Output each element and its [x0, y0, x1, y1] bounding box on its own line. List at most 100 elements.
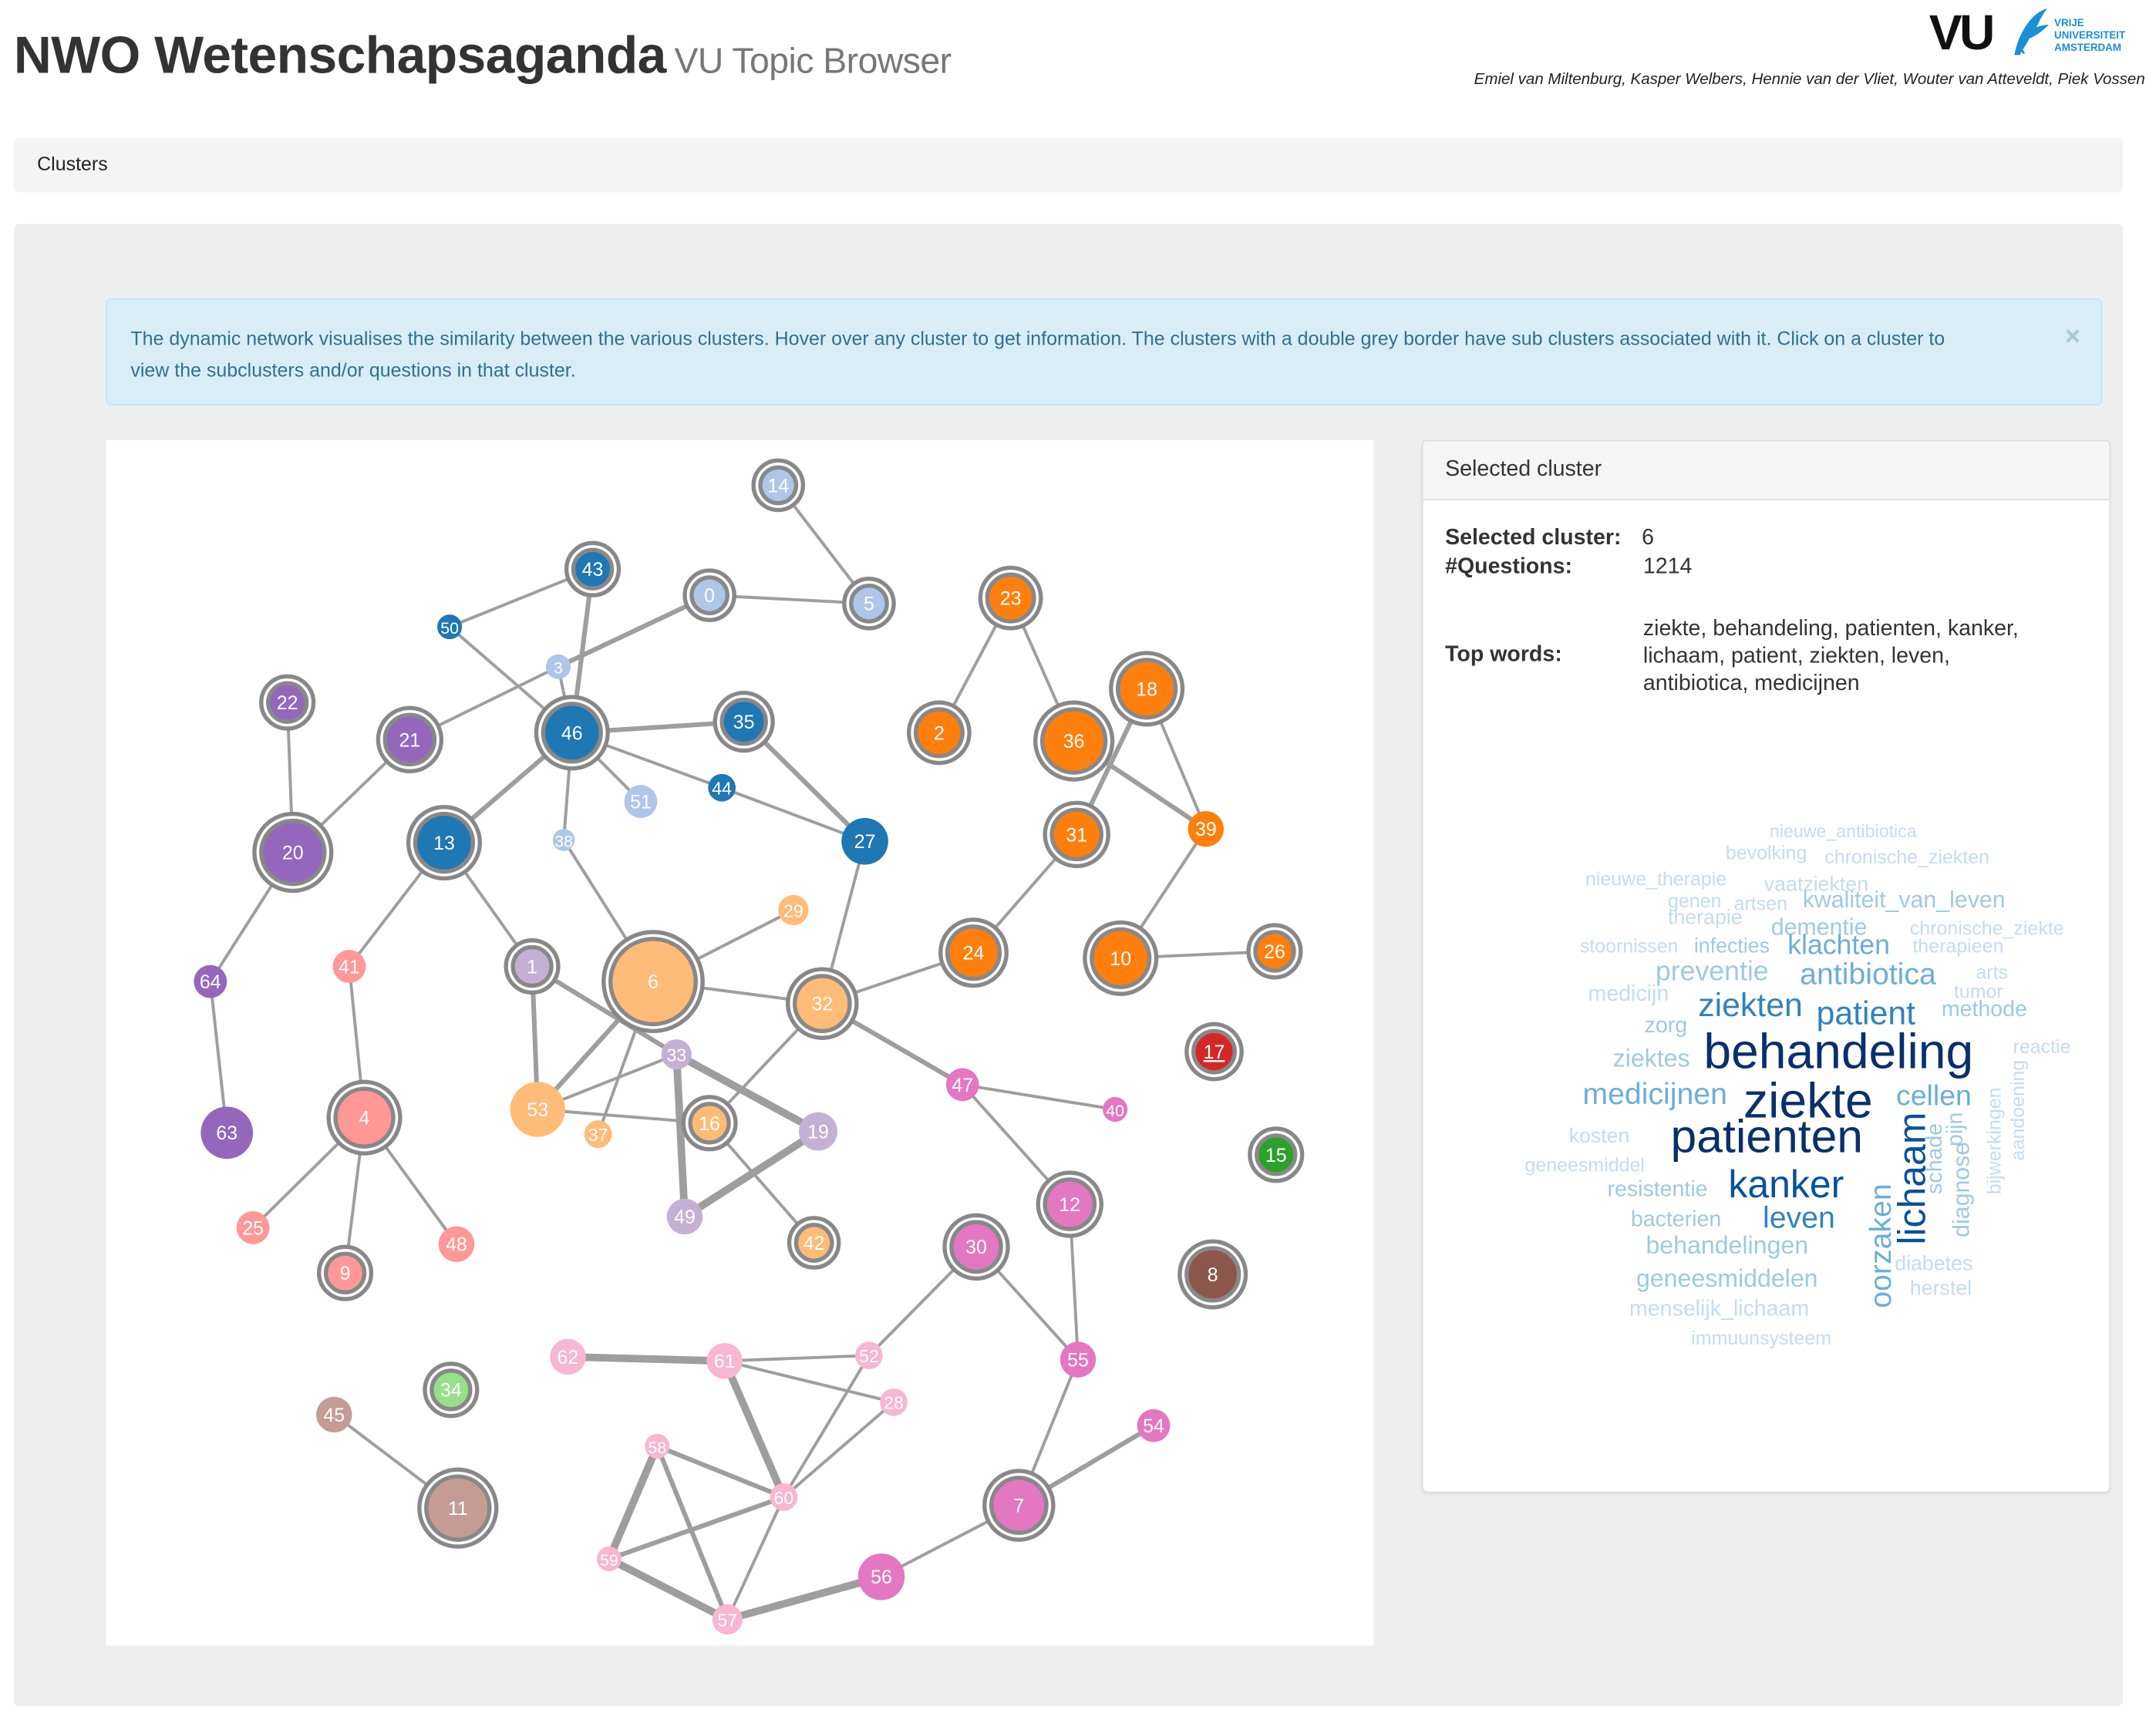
cluster-node-28[interactable]: 28	[880, 1388, 908, 1416]
network-svg[interactable]: 14430 55032221 4635514438132027232 361831 39…	[106, 440, 1373, 1646]
cluster-node-1[interactable]: 1	[504, 938, 561, 995]
cluster-node-50[interactable]: 50	[437, 614, 463, 640]
word-nieuwe-therapie: nieuwe_therapie	[1585, 867, 1727, 890]
cluster-node-38[interactable]: 38	[552, 829, 575, 851]
cluster-node-30[interactable]: 30	[942, 1213, 1010, 1281]
cluster-node-33[interactable]: 33	[661, 1039, 692, 1070]
cluster-node-62[interactable]: 62	[550, 1338, 586, 1375]
cluster-node-10[interactable]: 10	[1083, 920, 1159, 996]
cluster-node-48[interactable]: 48	[438, 1226, 475, 1262]
cluster-node-8[interactable]: 8	[1177, 1239, 1248, 1310]
cluster-label: 27	[854, 831, 876, 853]
cluster-node-51[interactable]: 51	[624, 785, 658, 818]
cluster-label: 42	[803, 1233, 825, 1254]
cluster-node-13[interactable]: 13	[406, 805, 482, 881]
cluster-node-23[interactable]: 23	[978, 565, 1043, 631]
cluster-label: 13	[433, 833, 455, 854]
cluster-node-52[interactable]: 52	[855, 1341, 883, 1370]
cluster-node-57[interactable]: 57	[712, 1604, 743, 1635]
cluster-label: 4	[359, 1108, 370, 1129]
logo-mark: VU	[1929, 4, 1996, 61]
cluster-node-21[interactable]: 21	[376, 705, 444, 774]
word-resistentie: resistentie	[1607, 1178, 1708, 1202]
cluster-node-19[interactable]: 19	[799, 1112, 837, 1151]
edge-59-57	[607, 1555, 729, 1623]
word-preventie: preventie	[1655, 957, 1769, 988]
word-antibiotica: antibiotica	[1800, 957, 1936, 991]
cluster-node-11[interactable]: 11	[417, 1467, 499, 1549]
cluster-node-37[interactable]: 37	[584, 1120, 612, 1148]
cluster-node-61[interactable]: 61	[706, 1343, 743, 1379]
cluster-node-35[interactable]: 35	[712, 691, 775, 753]
cluster-node-45[interactable]: 45	[316, 1396, 352, 1433]
cluster-node-6[interactable]: 6	[601, 930, 705, 1034]
cluster-label: 6	[648, 971, 659, 993]
griffin-icon	[2014, 8, 2049, 56]
cluster-node-9[interactable]: 9	[317, 1244, 374, 1301]
cluster-label: 64	[200, 971, 221, 993]
cluster-node-60[interactable]: 60	[770, 1483, 798, 1511]
cluster-node-56[interactable]: 56	[857, 1553, 905, 1601]
cluster-node-63[interactable]: 63	[200, 1106, 254, 1160]
cluster-node-53[interactable]: 53	[510, 1082, 565, 1137]
cluster-node-32[interactable]: 32	[786, 967, 859, 1040]
cluster-label: 18	[1136, 678, 1157, 700]
cluster-label: 37	[588, 1125, 608, 1145]
word-therapie: therapie	[1667, 906, 1743, 930]
cluster-node-12[interactable]: 12	[1036, 1170, 1103, 1238]
cluster-node-31[interactable]: 31	[1043, 800, 1110, 869]
cluster-node-7[interactable]: 7	[982, 1469, 1056, 1542]
cluster-network[interactable]: 14 43 0 5 50 3 22 21 46 35 51 44 38 13 20 27 23 2 36 18 31 39…	[106, 439, 1374, 1646]
cluster-node-4[interactable]: 4	[326, 1079, 403, 1156]
cluster-node-42[interactable]: 42	[787, 1216, 841, 1270]
cluster-node-43[interactable]: 43	[564, 540, 622, 597]
cluster-node-15[interactable]: 15	[1248, 1126, 1305, 1183]
word-medicijnen: medicijnen	[1582, 1076, 1727, 1111]
cluster-node-41[interactable]: 41	[332, 950, 366, 983]
cluster-node-5[interactable]: 5	[842, 577, 896, 631]
cluster-node-26[interactable]: 26	[1246, 923, 1303, 980]
cluster-node-64[interactable]: 64	[194, 964, 227, 998]
nodes: 14430 55032221 4635514438132027232 361831 39…	[194, 458, 1305, 1635]
cluster-node-59[interactable]: 59	[596, 1547, 622, 1572]
cluster-label: 62	[558, 1347, 579, 1368]
info-alert-text: The dynamic network visualises the simil…	[130, 327, 1945, 381]
cluster-node-27[interactable]: 27	[841, 817, 888, 865]
cluster-node-40[interactable]: 40	[1103, 1096, 1128, 1123]
breadcrumb-item-clusters[interactable]: Clusters	[37, 153, 108, 175]
cluster-node-20[interactable]: 20	[252, 811, 334, 894]
app-subtitle: VU Topic Browser	[674, 39, 952, 82]
cluster-node-3[interactable]: 3	[545, 654, 571, 679]
cluster-node-24[interactable]: 24	[938, 917, 1009, 988]
cluster-node-16[interactable]: 16	[681, 1095, 738, 1152]
cluster-node-58[interactable]: 58	[645, 1433, 670, 1459]
cluster-label: 49	[674, 1207, 696, 1228]
cluster-node-2[interactable]: 2	[906, 700, 972, 766]
cluster-node-47[interactable]: 47	[945, 1068, 979, 1102]
cluster-node-25[interactable]: 25	[236, 1210, 270, 1244]
logo-text: VRIJE UNIVERSITEIT AMSTERDAM	[2054, 16, 2125, 53]
cluster-node-29[interactable]: 29	[778, 894, 809, 926]
cluster-node-17[interactable]: 17	[1184, 1022, 1244, 1082]
cluster-label: 2	[934, 722, 945, 744]
cluster-node-39[interactable]: 39	[1187, 811, 1225, 847]
cluster-label: 22	[277, 692, 298, 714]
edge-62-61	[568, 1353, 725, 1365]
cluster-node-54[interactable]: 54	[1137, 1409, 1171, 1442]
cluster-node-44[interactable]: 44	[708, 773, 736, 802]
cluster-node-34[interactable]: 34	[423, 1362, 480, 1419]
logo-line: UNIVERSITEIT	[2054, 29, 2126, 42]
close-icon[interactable]: ×	[2065, 324, 2080, 352]
cluster-node-14[interactable]: 14	[751, 458, 806, 513]
cluster-node-36[interactable]: 36	[1033, 700, 1115, 782]
cluster-node-0[interactable]: 0	[682, 568, 736, 622]
cluster-node-55[interactable]: 55	[1059, 1341, 1097, 1378]
cluster-node-46[interactable]: 46	[534, 695, 610, 771]
cluster-node-18[interactable]: 18	[1109, 651, 1185, 727]
cluster-label: 30	[965, 1237, 987, 1258]
cluster-node-49[interactable]: 49	[666, 1198, 703, 1235]
cluster-node-22[interactable]: 22	[259, 674, 316, 731]
word-bijwerkingen: bijwerkingen	[1983, 1087, 2005, 1195]
cluster-label: 3	[554, 659, 563, 678]
word-kosten: kosten	[1568, 1124, 1630, 1148]
